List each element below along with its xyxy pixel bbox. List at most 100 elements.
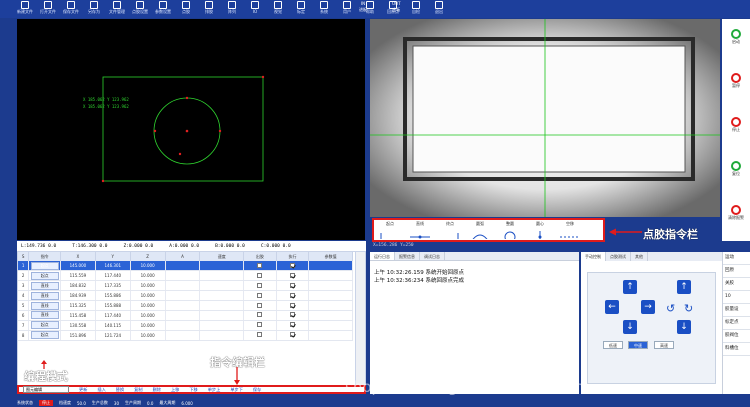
rotate-ccw-icon[interactable]: ↺	[666, 302, 675, 315]
toolbar-button[interactable]: 参数设置	[152, 0, 174, 18]
exec-cell[interactable]	[276, 270, 310, 282]
command-button[interactable]: 单步下	[230, 387, 243, 393]
command-cell[interactable]: 直线	[28, 310, 61, 321]
jog-tab[interactable]: 点胶测试	[606, 252, 631, 261]
glue-checkbox[interactable]	[257, 332, 263, 338]
table-row[interactable]: 1 起点 145.000 146.301 10.000	[18, 261, 353, 272]
toolbar-button[interactable]: 排胶	[198, 0, 220, 18]
toolbar-button[interactable]: 点胶	[175, 0, 197, 18]
y-plus-button[interactable]: ↑	[623, 280, 637, 294]
glue-checkbox[interactable]	[257, 312, 263, 318]
table-row[interactable]: 8 起点 151.896 121.724 10.000	[18, 330, 353, 341]
toolbar-button[interactable]: 系统	[313, 0, 335, 18]
exec-cell[interactable]	[276, 261, 310, 272]
log-tab[interactable]: 运行日志	[370, 252, 395, 260]
glue-button[interactable]: 整圆	[497, 221, 523, 239]
exec-checkbox[interactable]	[290, 282, 295, 288]
jog-tab[interactable]: 其他	[631, 252, 648, 261]
glue-checkbox[interactable]	[257, 282, 263, 288]
glue-checkbox[interactable]	[257, 302, 263, 308]
toolbar-button[interactable]: 用户	[336, 0, 358, 18]
side-control-button[interactable]: 停止	[724, 111, 748, 148]
side-setting-item[interactable]: 标定点	[723, 317, 750, 330]
side-control-button[interactable]: 启动	[724, 23, 748, 60]
glue-button[interactable]: 起点	[377, 221, 403, 239]
x-plus-button[interactable]: →	[641, 300, 655, 314]
toolbar-button[interactable]: 退出	[428, 0, 450, 18]
glue-checkbox[interactable]	[257, 262, 263, 268]
command-cell[interactable]: 起点	[28, 261, 61, 272]
y-minus-button[interactable]: ↓	[623, 320, 637, 334]
low-speed-button[interactable]: 低速	[603, 341, 623, 349]
exec-cell[interactable]	[276, 280, 310, 292]
glue-cell[interactable]	[243, 320, 277, 331]
exec-checkbox[interactable]	[290, 322, 295, 328]
exec-checkbox[interactable]	[290, 292, 295, 298]
toolbar-button[interactable]: 标定	[290, 0, 312, 18]
glue-checkbox[interactable]	[257, 322, 263, 328]
glue-button[interactable]: 圆心	[527, 221, 553, 239]
exec-cell[interactable]	[276, 300, 310, 311]
z-down-button[interactable]: ↓	[677, 320, 691, 334]
command-button[interactable]: 更新	[79, 387, 87, 393]
mode-select[interactable]: 图元编辑	[23, 386, 69, 393]
table-scrollbar[interactable]	[355, 252, 365, 385]
command-button[interactable]: 保存	[253, 387, 261, 393]
exec-checkbox[interactable]	[290, 332, 295, 338]
glue-cell[interactable]	[243, 310, 277, 321]
glue-button[interactable]: 直线	[407, 221, 433, 239]
glue-cell[interactable]	[243, 330, 277, 341]
side-setting-item[interactable]: 运动	[723, 252, 750, 265]
glue-cell[interactable]	[243, 290, 277, 302]
rotate-cw-icon[interactable]: ↻	[684, 302, 693, 315]
glue-cell[interactable]	[243, 300, 277, 311]
side-control-button[interactable]: 清除报警	[724, 199, 748, 236]
command-button[interactable]: 下移	[189, 387, 197, 393]
command-cell[interactable]: 起点	[28, 320, 61, 331]
command-cell[interactable]: 直线	[28, 300, 61, 311]
table-row[interactable]: 6 直线 115.458 117.440 10.000	[18, 310, 353, 321]
command-cell[interactable]: 直线	[28, 290, 61, 302]
high-speed-button[interactable]: 高速	[654, 341, 674, 349]
glue-button[interactable]: 空移	[557, 221, 583, 239]
table-row[interactable]: 4 直线 184.939 155.886 10.000	[18, 290, 353, 302]
glue-cell[interactable]	[243, 280, 277, 292]
program-table[interactable]: S 指令 X Y Z A 速度 出胶 执行 参数值 1 起点 145.000 146.301 10.000…	[17, 251, 366, 386]
exec-checkbox[interactable]	[290, 262, 295, 268]
exec-cell[interactable]	[276, 320, 310, 331]
command-cell[interactable]: 起点	[28, 330, 61, 341]
command-button[interactable]: 复制	[134, 387, 142, 393]
jog-tab[interactable]: 手动控制	[581, 252, 606, 261]
side-setting-item[interactable]: 胶阀位	[723, 330, 750, 343]
x-minus-button[interactable]: ←	[605, 300, 619, 314]
toolbar-button[interactable]: IO	[244, 0, 266, 18]
board-out-button[interactable]: OUT 出板	[392, 1, 401, 13]
toolbar-button[interactable]: 点胶设置	[129, 0, 151, 18]
toolbar-button[interactable]: 视觉	[267, 0, 289, 18]
table-row[interactable]: 7 起点 130.558 140.115 10.000	[18, 320, 353, 331]
side-setting-item[interactable]: 料槽位	[723, 343, 750, 356]
toolbar-button[interactable]: 自检	[405, 0, 427, 18]
exec-cell[interactable]	[276, 330, 310, 341]
command-cell[interactable]: 起点	[28, 270, 61, 282]
glue-cell[interactable]	[243, 261, 277, 272]
command-button[interactable]: 替换	[116, 387, 124, 393]
z-up-button[interactable]: ↑	[677, 280, 691, 294]
toolbar-button[interactable]: 文件管理	[106, 0, 128, 18]
side-setting-item[interactable]: 10	[723, 291, 750, 304]
exec-cell[interactable]	[276, 310, 310, 321]
command-button[interactable]: 删除	[153, 387, 161, 393]
log-tab[interactable]: 报警信息	[395, 252, 420, 260]
command-button[interactable]: 插入	[97, 387, 105, 393]
side-setting-item[interactable]: 回原	[723, 265, 750, 278]
command-button[interactable]: 上移	[171, 387, 179, 393]
toolbar-button[interactable]: 另存为	[83, 0, 105, 18]
mid-speed-button[interactable]: 中速	[628, 341, 648, 349]
exec-cell[interactable]	[276, 290, 310, 302]
side-setting-item[interactable]: 胶量设	[723, 304, 750, 317]
command-button[interactable]: 单步上	[208, 387, 221, 393]
toolbar-button[interactable]: 打开文件	[37, 0, 59, 18]
table-row[interactable]: 3 直线 184.832 117.335 10.000	[18, 280, 353, 292]
table-row[interactable]: 2 起点 115.559 117.440 10.000	[18, 270, 353, 282]
glue-button[interactable]: 终点	[437, 221, 463, 239]
